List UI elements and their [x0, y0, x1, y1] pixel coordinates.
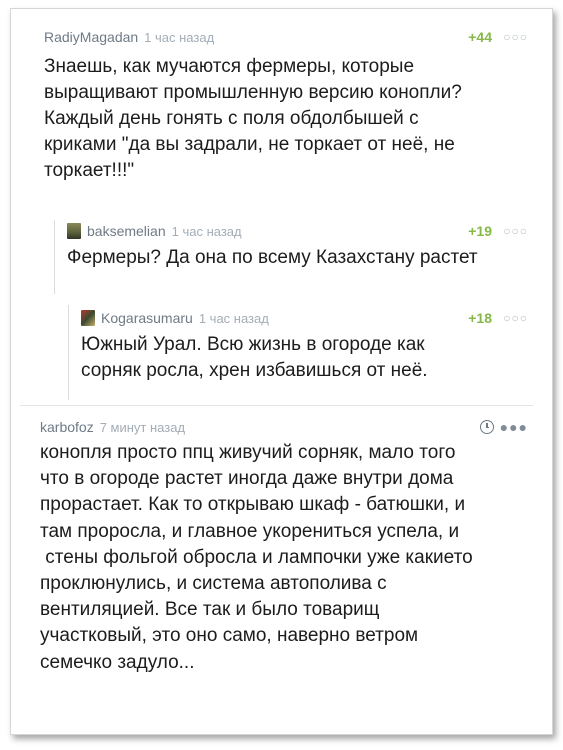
avatar[interactable]	[67, 223, 81, 239]
comment-username[interactable]: Kogarasumaru	[101, 310, 193, 326]
comment-line: выращивают промышленную версию конопли?	[44, 82, 462, 103]
comment-text: Фермеры? Да она по всему Казахстану раст…	[67, 245, 528, 271]
comment-line: сорняк росла, хрен избавишься от неё.	[81, 360, 428, 381]
comment-line: вентиляцией. Все так и было товарищ	[40, 599, 380, 621]
comment-username[interactable]: karbofoz	[40, 419, 94, 435]
comment-header: karbofoz 7 минут назад ●●●	[40, 418, 528, 436]
comment-line: конопля просто ппц живучий сорняк, мало …	[40, 442, 456, 463]
comment-username[interactable]: RadiyMagadan	[44, 29, 138, 45]
comment-line: Южный Урал. Всю жизнь в огороде как	[81, 334, 425, 355]
comment-line: Фермеры? Да она по всему Казахстану раст…	[67, 247, 478, 268]
comment-line: участковый, это оно само, наверно ветром	[40, 625, 419, 647]
comment-separator	[20, 405, 533, 406]
comment-line: торкает!!!"	[44, 160, 135, 181]
comment-username[interactable]: baksemelian	[87, 223, 166, 239]
comment: baksemelian 1 час назад +19 ○○○ Фермеры?…	[67, 222, 528, 271]
comment-time[interactable]: 7 минут назад	[100, 420, 185, 435]
comment-line: Каждый день гонять с поля обдолбышей с	[44, 108, 419, 129]
comment-line: криками "да вы задрали, не торкает от не…	[44, 134, 455, 155]
avatar[interactable]	[81, 310, 95, 326]
comment-header: RadiyMagadan 1 час назад +44 ○○○	[44, 28, 528, 46]
comment-text: Знаешь, как мучаются фермеры, которые выр…	[44, 54, 528, 184]
comment: karbofoz 7 минут назад ●●● конопля прост…	[40, 418, 528, 676]
comment-line: проклюнулись, и система автополива с	[40, 573, 387, 595]
comment: RadiyMagadan 1 час назад +44 ○○○ Знаешь,…	[44, 28, 528, 184]
thread-line	[54, 220, 55, 294]
comment-line: стены фольгой обросла и лампочки уже как…	[40, 546, 473, 568]
comment-rating: +18	[468, 310, 492, 326]
comment-line: что в огороде растет иногда даже внутри …	[40, 468, 454, 490]
more-options-icon[interactable]: ○○○	[503, 224, 528, 238]
comment-time[interactable]: 1 час назад	[172, 224, 242, 239]
comment-time[interactable]: 1 час назад	[144, 30, 214, 45]
comment-line: семечко задуло...	[40, 651, 195, 673]
clock-icon[interactable]	[480, 420, 494, 434]
comment-line: прорастает. Как то открываю шкаф - батюш…	[40, 494, 466, 516]
more-options-icon[interactable]: ●●●	[500, 419, 528, 435]
comment-line: Знаешь, как мучаются фермеры, которые	[44, 56, 415, 77]
comment-text: Южный Урал. Всю жизнь в огороде как сорня…	[81, 332, 528, 384]
more-options-icon[interactable]: ○○○	[503, 30, 528, 44]
comment-line: там проросла, и главное укорениться успе…	[40, 520, 460, 542]
comment-rating: +19	[468, 223, 492, 239]
comment-header: Kogarasumaru 1 час назад +18 ○○○	[81, 309, 528, 327]
more-options-icon[interactable]: ○○○	[503, 311, 528, 325]
comment-time[interactable]: 1 час назад	[199, 311, 269, 326]
comment-text: конопля просто ппц живучий сорняк, мало …	[40, 440, 528, 676]
comment: Kogarasumaru 1 час назад +18 ○○○ Южный У…	[81, 309, 528, 384]
comment-rating: +44	[468, 29, 492, 45]
comment-header: baksemelian 1 час назад +19 ○○○	[67, 222, 528, 240]
thread-line	[68, 305, 69, 400]
